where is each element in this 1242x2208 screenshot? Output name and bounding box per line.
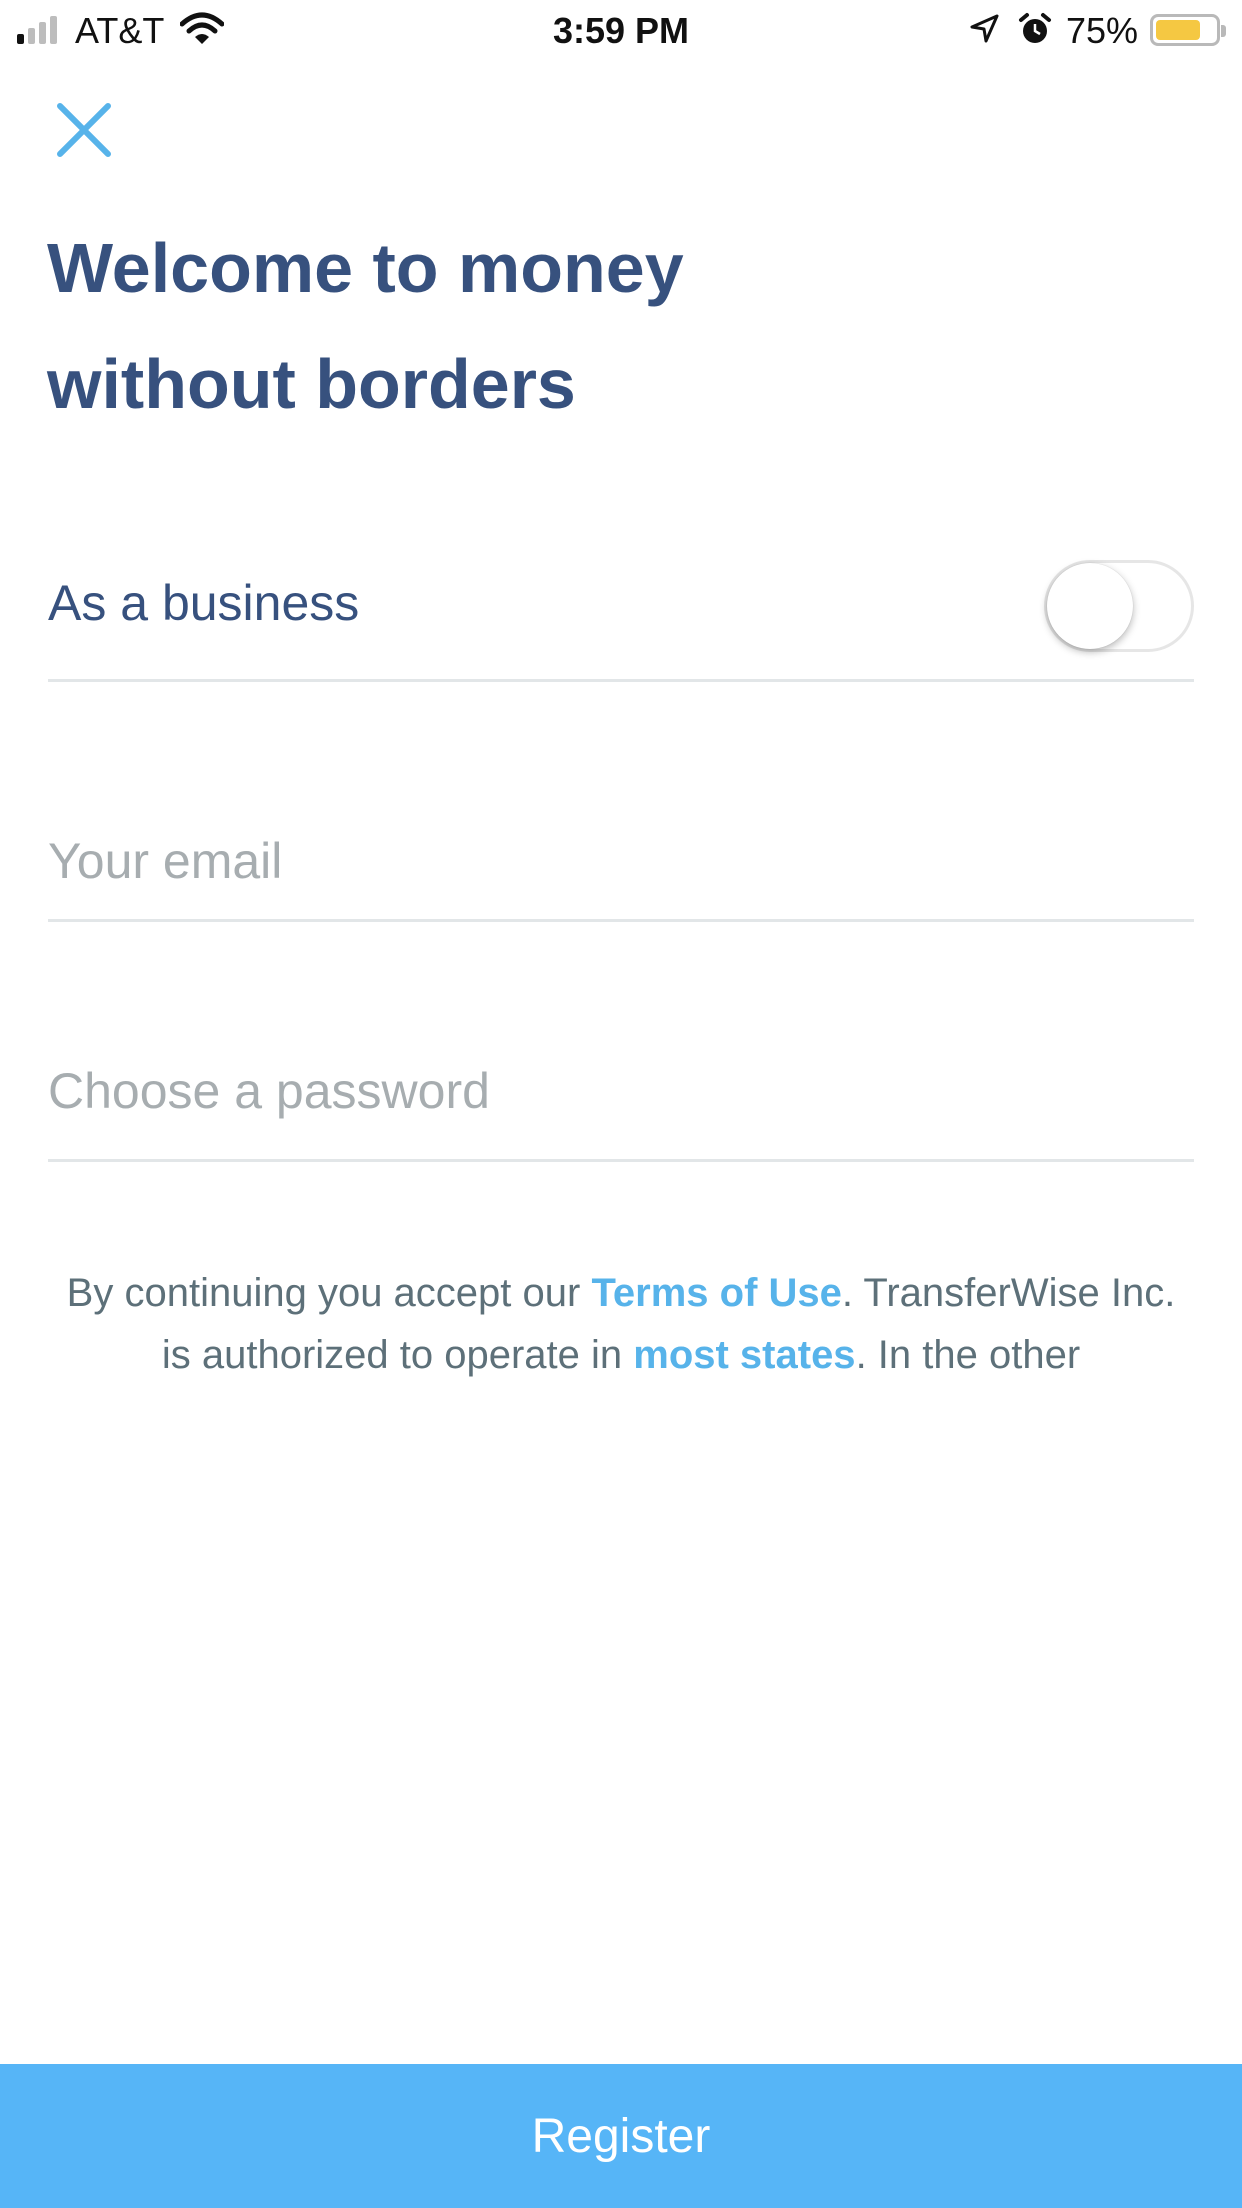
page-title-line-1: Welcome to money [47,229,684,307]
close-icon[interactable] [50,96,118,164]
business-toggle[interactable] [1044,560,1194,652]
email-field-row [48,760,1194,922]
alarm-icon [1019,13,1051,43]
location-icon [970,14,999,43]
most-states-link[interactable]: most states [633,1333,855,1377]
battery-icon [1150,14,1226,46]
status-time: 3:59 PM [552,10,690,51]
email-field[interactable] [48,826,1194,896]
legal-text-3: . In the other [855,1333,1081,1377]
toggle-knob [1047,563,1133,649]
registration-screen: AT&T 3:59 PM 75% Welcome to money withou… [0,0,1242,2208]
battery-percent: 75% [1066,10,1139,51]
battery-level-fill [1156,20,1200,40]
page-title-line-2: without borders [47,345,576,423]
status-bar: AT&T 3:59 PM 75% [0,0,1242,60]
password-field-row [48,1000,1194,1162]
terms-of-use-link[interactable]: Terms of Use [591,1271,841,1315]
legal-notice: By continuing you accept our Terms of Us… [48,1262,1194,1386]
password-field[interactable] [48,1056,1194,1126]
business-toggle-row: As a business [48,540,1194,682]
page-title: Welcome to money without borders [47,210,947,442]
legal-text-1: By continuing you accept our [66,1271,592,1315]
business-label: As a business [48,575,360,631]
register-button[interactable]: Register [0,2064,1242,2208]
